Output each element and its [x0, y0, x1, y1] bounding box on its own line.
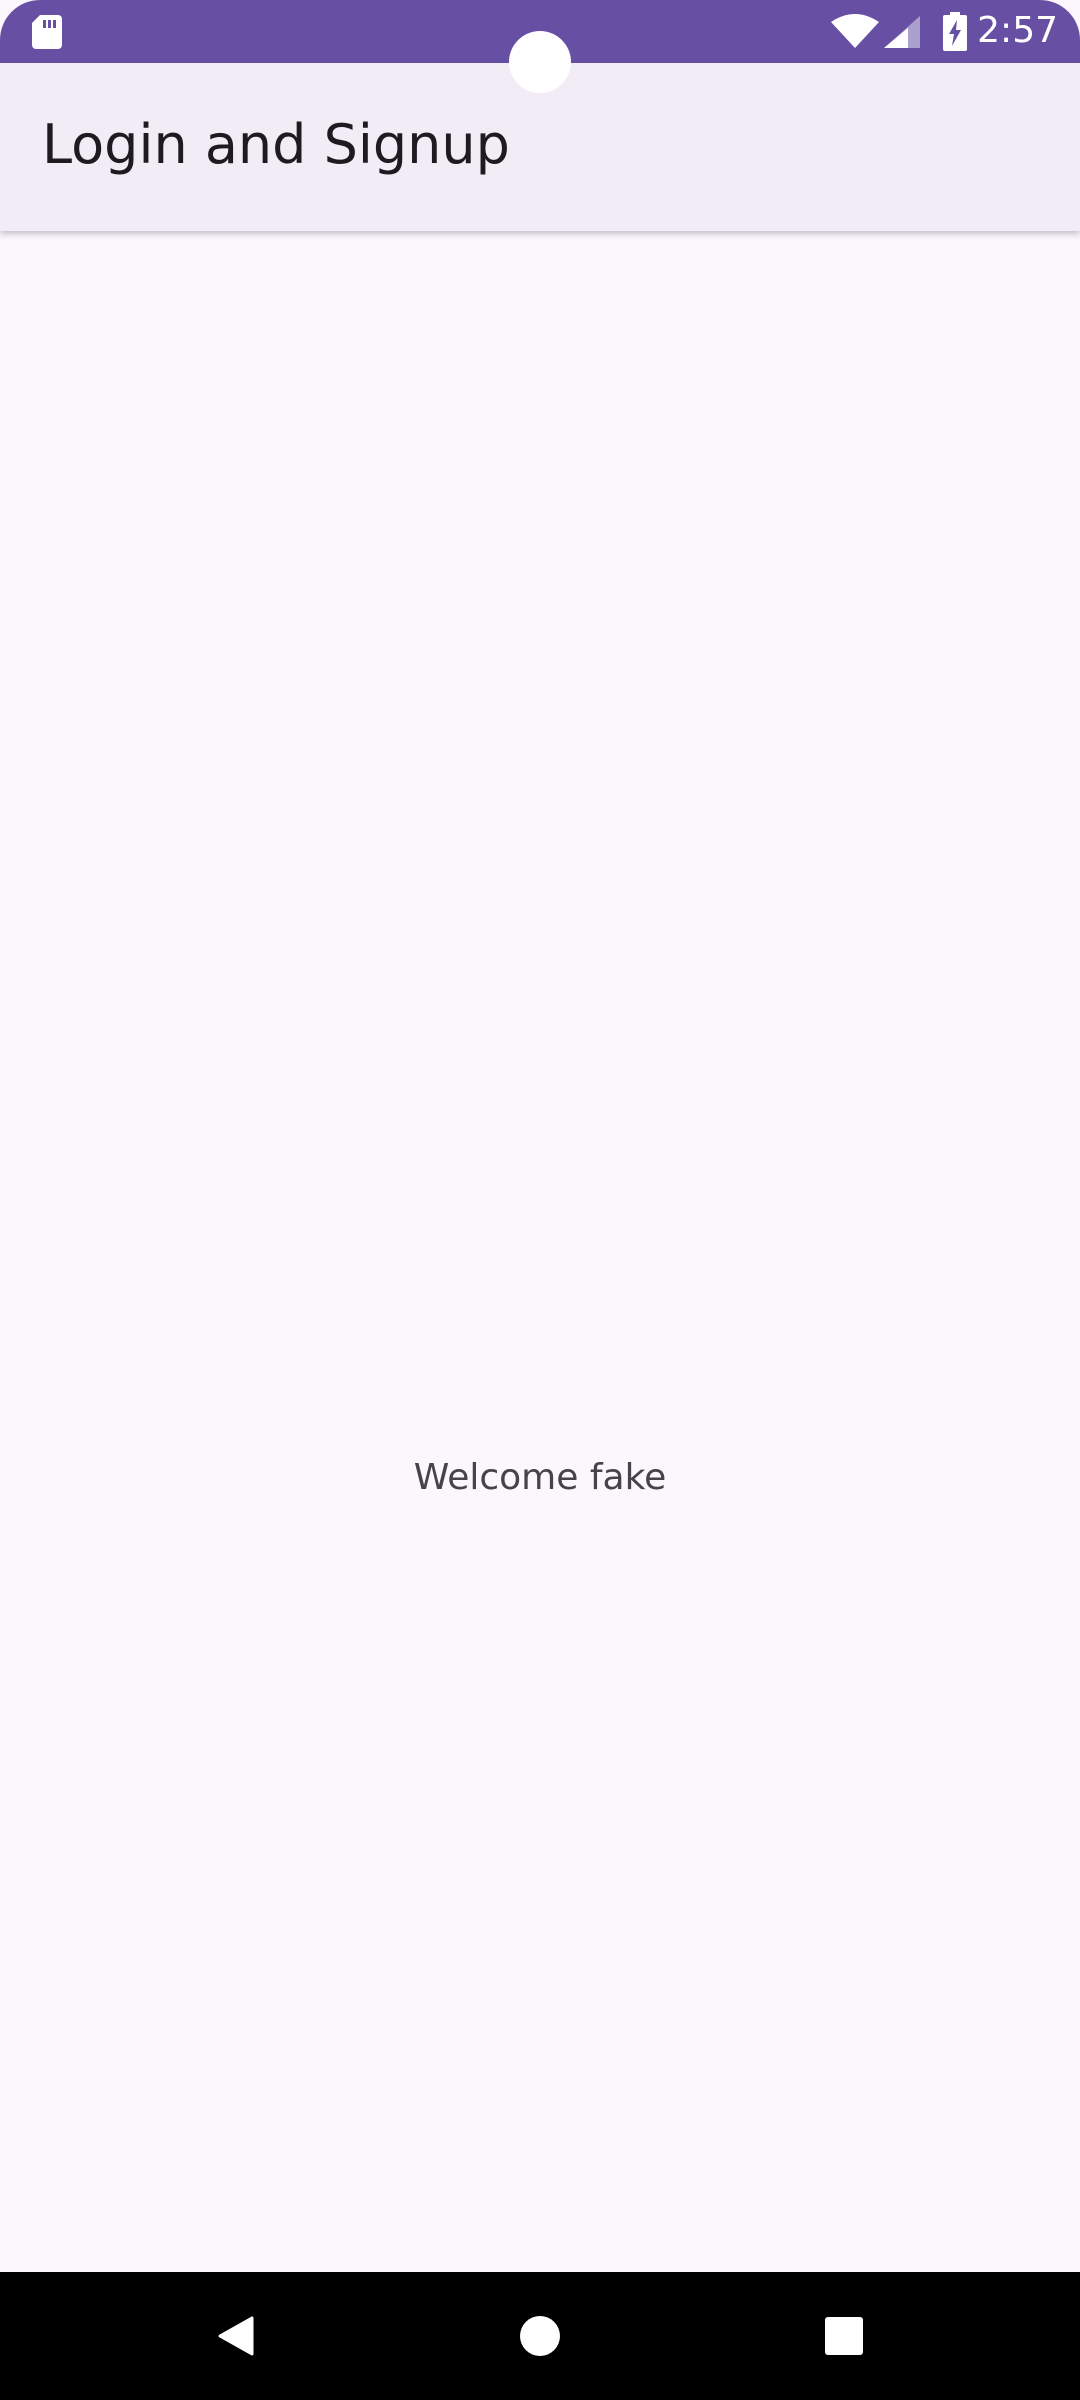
recents-button[interactable] — [804, 2296, 884, 2376]
main-content: Welcome fake — [0, 231, 1080, 2271]
home-icon — [520, 2316, 560, 2356]
cell-signal-icon — [884, 16, 920, 48]
back-icon — [218, 2316, 254, 2356]
back-button[interactable] — [196, 2296, 276, 2376]
app-screen: 2:57 Login and Signup Welcome fake — [0, 0, 1080, 2400]
wifi-icon — [831, 14, 879, 48]
home-button[interactable] — [500, 2296, 580, 2376]
system-navigation-bar — [0, 2272, 1080, 2400]
sd-card-icon — [32, 15, 62, 49]
camera-cutout — [509, 31, 571, 93]
battery-charging-icon — [943, 12, 967, 51]
recents-icon — [825, 2317, 863, 2355]
welcome-message: Welcome fake — [413, 1457, 667, 1498]
app-title: Login and Signup — [42, 113, 510, 176]
status-clock: 2:57 — [977, 10, 1058, 51]
